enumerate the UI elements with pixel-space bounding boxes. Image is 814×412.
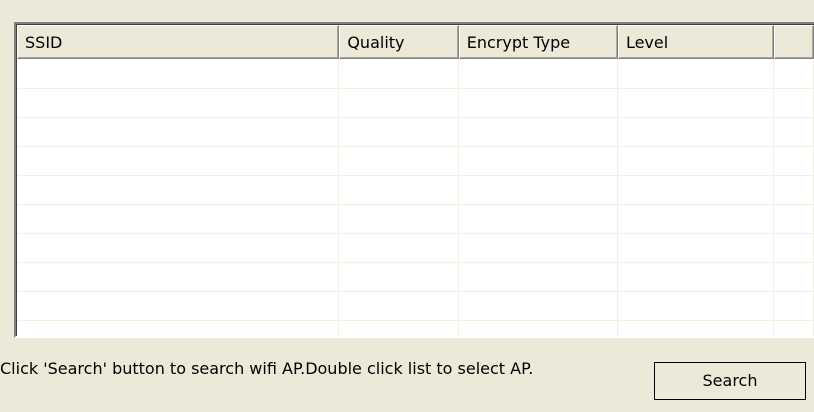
cell-level — [618, 292, 775, 320]
list-header: SSID Quality Encrypt Type Level — [17, 25, 814, 59]
cell-quality — [339, 292, 459, 320]
cell-blank — [774, 234, 814, 262]
list-row[interactable] — [17, 292, 814, 321]
cell-encrypt-type — [459, 60, 618, 88]
cell-ssid — [17, 263, 340, 291]
column-header-blank[interactable] — [774, 25, 814, 59]
list-row[interactable] — [17, 89, 814, 118]
list-row[interactable] — [17, 118, 814, 147]
cell-quality — [339, 321, 459, 336]
cell-level — [618, 89, 775, 117]
cell-level — [618, 263, 775, 291]
search-button[interactable]: Search — [654, 362, 806, 400]
list-row[interactable] — [17, 234, 814, 263]
list-row[interactable] — [17, 60, 814, 89]
cell-encrypt-type — [459, 321, 618, 336]
list-row[interactable] — [17, 147, 814, 176]
wifi-ap-list[interactable]: SSID Quality Encrypt Type Level — [14, 22, 814, 338]
cell-encrypt-type — [459, 176, 618, 204]
cell-ssid — [17, 176, 340, 204]
cell-quality — [339, 205, 459, 233]
column-header-quality[interactable]: Quality — [339, 25, 459, 59]
cell-ssid — [17, 234, 340, 262]
column-header-level[interactable]: Level — [617, 25, 775, 59]
cell-ssid — [17, 147, 340, 175]
cell-encrypt-type — [459, 292, 618, 320]
column-header-encrypt-type[interactable]: Encrypt Type — [458, 25, 618, 59]
cell-encrypt-type — [459, 118, 618, 146]
cell-level — [618, 60, 775, 88]
cell-ssid — [17, 89, 340, 117]
cell-blank — [774, 89, 814, 117]
list-body — [17, 60, 814, 336]
cell-encrypt-type — [459, 263, 618, 291]
cell-blank — [774, 292, 814, 320]
cell-blank — [774, 60, 814, 88]
cell-ssid — [17, 205, 340, 233]
cell-quality — [339, 176, 459, 204]
list-row[interactable] — [17, 263, 814, 292]
cell-ssid — [17, 60, 340, 88]
cell-encrypt-type — [459, 89, 618, 117]
cell-level — [618, 176, 775, 204]
cell-quality — [339, 263, 459, 291]
cell-level — [618, 147, 775, 175]
cell-quality — [339, 118, 459, 146]
cell-blank — [774, 205, 814, 233]
cell-blank — [774, 147, 814, 175]
instruction-text: Click 'Search' button to search wifi AP.… — [0, 359, 534, 378]
list-row[interactable] — [17, 205, 814, 234]
cell-quality — [339, 147, 459, 175]
list-row[interactable] — [17, 321, 814, 336]
cell-ssid — [17, 321, 340, 336]
cell-ssid — [17, 292, 340, 320]
column-header-ssid[interactable]: SSID — [17, 25, 340, 59]
cell-blank — [774, 176, 814, 204]
cell-level — [618, 118, 775, 146]
cell-quality — [339, 89, 459, 117]
cell-ssid — [17, 118, 340, 146]
cell-level — [618, 321, 775, 336]
cell-level — [618, 234, 775, 262]
cell-level — [618, 205, 775, 233]
cell-quality — [339, 60, 459, 88]
cell-quality — [339, 234, 459, 262]
cell-blank — [774, 118, 814, 146]
cell-encrypt-type — [459, 234, 618, 262]
cell-encrypt-type — [459, 205, 618, 233]
cell-encrypt-type — [459, 147, 618, 175]
list-row[interactable] — [17, 176, 814, 205]
cell-blank — [774, 263, 814, 291]
cell-blank — [774, 321, 814, 336]
